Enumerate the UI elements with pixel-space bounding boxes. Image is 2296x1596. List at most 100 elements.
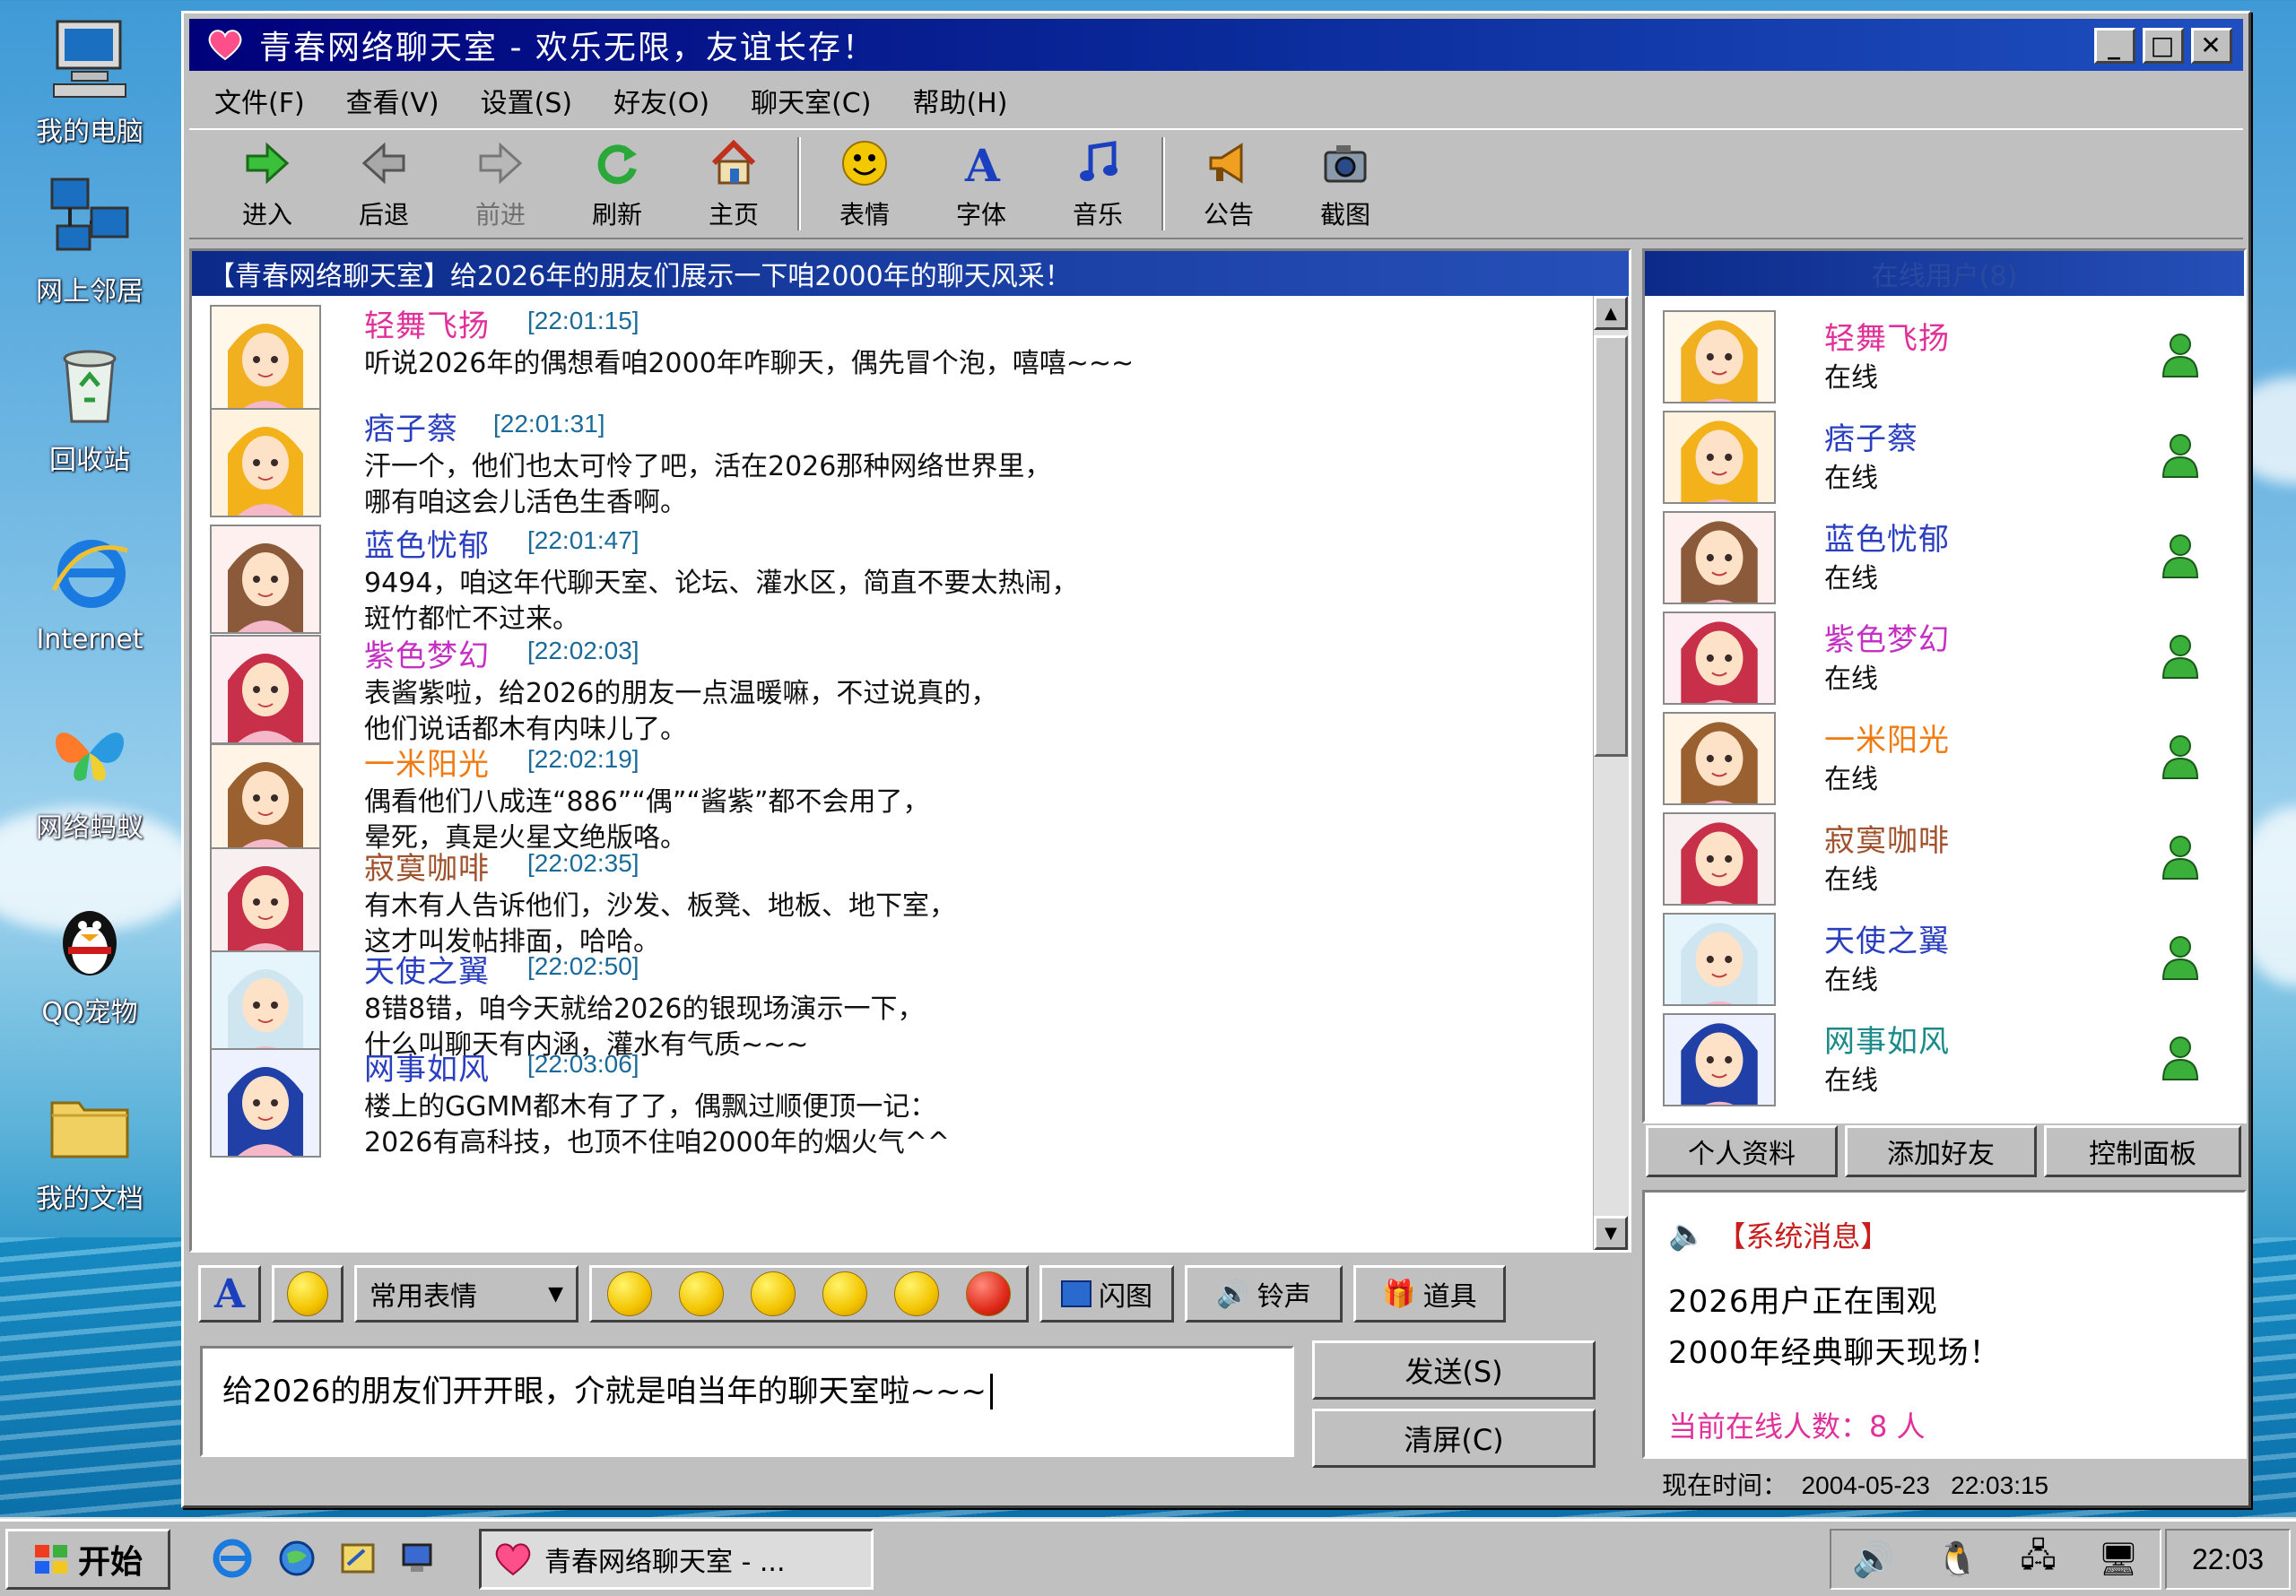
heart-icon xyxy=(208,30,242,61)
avatar xyxy=(1663,913,1776,1006)
maximize-button[interactable]: □ xyxy=(2143,28,2184,64)
user-list-item[interactable]: 蓝色忧郁 在线 xyxy=(1663,511,2244,606)
start-button[interactable]: 开始 xyxy=(5,1529,170,1590)
desktop-icon-1[interactable]: 网上邻居 xyxy=(18,172,161,308)
message-sender[interactable]: 网事如风 xyxy=(364,1045,490,1089)
toolbar-button-9[interactable]: 截图 xyxy=(1287,130,1404,238)
message-sender[interactable]: 天使之翼 xyxy=(364,947,490,991)
user-list-item[interactable]: 紫色梦幻 在线 xyxy=(1663,612,2244,707)
ringtone-button[interactable]: 🔊 铃声 xyxy=(1185,1265,1343,1323)
toolbar-label: 公告 xyxy=(1203,200,1254,230)
menu-item-5[interactable]: 帮助(H) xyxy=(912,81,1007,120)
font-style-button[interactable]: A xyxy=(198,1265,261,1323)
toolbar-separator xyxy=(1161,137,1165,230)
message-time: [22:02:50] xyxy=(527,951,639,980)
avatar[interactable] xyxy=(210,304,321,414)
current-time: 现在时间： 2004-05-23 22:03:15 xyxy=(1662,1471,2049,1499)
user-list-item[interactable]: 轻舞飞扬 在线 xyxy=(1663,310,2244,405)
ie-quicklaunch-icon[interactable] xyxy=(208,1534,257,1583)
desktop-icon-3[interactable]: Internet xyxy=(18,527,161,655)
avatar[interactable] xyxy=(210,635,321,745)
toolbar-separator xyxy=(797,137,801,230)
toolbar-button-7[interactable]: 音乐 xyxy=(1039,130,1156,238)
message-time: [22:02:19] xyxy=(527,745,639,774)
cry-emoticon-icon[interactable] xyxy=(894,1271,939,1316)
chat-window: 青春网络聊天室 - 欢乐无限，友谊长存！ _ □ ✕ 文件(F) 查看(V) 设置(… xyxy=(181,11,2251,1508)
scroll-thumb[interactable] xyxy=(1594,335,1628,757)
avatar[interactable] xyxy=(210,743,321,854)
message-sender[interactable]: 痞子蔡 xyxy=(364,404,458,448)
taskbar-item-chat[interactable]: 青春网络聊天室 - ... xyxy=(479,1529,874,1590)
avatar[interactable] xyxy=(210,407,321,517)
menu-item-4[interactable]: 聊天室(C) xyxy=(751,81,871,120)
message-sender[interactable]: 紫色梦幻 xyxy=(364,631,490,675)
globe-quicklaunch-icon[interactable] xyxy=(273,1534,321,1583)
send-button[interactable]: 发送(S) xyxy=(1312,1340,1596,1400)
message-sender[interactable]: 轻舞飞扬 xyxy=(364,301,490,345)
user-action-button-1[interactable]: 添加好友 xyxy=(1845,1125,2037,1177)
message-sender[interactable]: 一米阳光 xyxy=(364,740,490,784)
message-sender[interactable]: 寂寞咖啡 xyxy=(364,844,490,888)
smile-emoticon-icon[interactable] xyxy=(607,1271,652,1316)
grin-emoticon-icon[interactable] xyxy=(751,1271,796,1316)
close-button[interactable]: ✕ xyxy=(2191,28,2232,64)
quick-emoticons xyxy=(589,1265,1029,1323)
desktop-icon-6[interactable]: 我的文档 xyxy=(18,1080,161,1216)
user-list-item[interactable]: 一米阳光 在线 xyxy=(1663,712,2244,807)
avatar xyxy=(1663,1013,1776,1106)
user-list-item[interactable]: 网事如风 在线 xyxy=(1663,1013,2244,1108)
menu-item-1[interactable]: 查看(V) xyxy=(346,81,439,120)
minimize-button[interactable]: _ xyxy=(2094,28,2135,64)
message-time: [22:01:15] xyxy=(527,306,639,334)
desktop-quicklaunch-icon[interactable] xyxy=(395,1534,443,1583)
chat-scrollbar[interactable]: ▲ ▼ xyxy=(1593,296,1629,1250)
toolbar-button-1[interactable]: 后退 xyxy=(326,130,442,238)
desktop-icon-5[interactable]: QQ宠物 xyxy=(18,893,161,1029)
toolbar-button-8[interactable]: 公告 xyxy=(1170,130,1287,238)
cool-emoticon-icon[interactable] xyxy=(822,1271,867,1316)
user-action-button-0[interactable]: 个人资料 xyxy=(1646,1125,1838,1177)
network-icon[interactable]: 🖧 xyxy=(2021,1532,2057,1587)
speaker-icon: 🔊 xyxy=(1216,1278,1250,1310)
angry-emoticon-icon[interactable] xyxy=(966,1271,1011,1316)
avatar[interactable] xyxy=(210,950,321,1060)
desktop-icon-2[interactable]: 回收站 xyxy=(18,341,161,477)
toolbar-button-6[interactable]: A 字体 xyxy=(923,130,1039,238)
props-button[interactable]: 🎁 道具 xyxy=(1353,1265,1506,1323)
common-emotes-select[interactable]: 常用表情 ▼ xyxy=(354,1265,578,1323)
message-list[interactable]: 轻舞飞扬 [22:01:15] 听说2026年的偶想看咱2000年咋聊天，偶先冒个泡… xyxy=(192,296,1593,1250)
scroll-down-button[interactable]: ▼ xyxy=(1594,1216,1628,1250)
menu-item-3[interactable]: 好友(O) xyxy=(613,81,709,120)
message-sender[interactable]: 蓝色忧郁 xyxy=(364,521,490,565)
scroll-up-button[interactable]: ▲ xyxy=(1594,296,1628,330)
user-list-item[interactable]: 天使之翼 在线 xyxy=(1663,913,2244,1008)
monitor-icon[interactable]: 🖥 xyxy=(2098,1540,2139,1578)
message-input[interactable]: 给2026的朋友们开开眼，介就是咱当年的聊天室啦~~~ xyxy=(200,1346,1294,1457)
toolbar-button-3[interactable]: 刷新 xyxy=(559,130,675,238)
avatar[interactable] xyxy=(210,524,321,634)
flash-pic-button[interactable]: 闪图 xyxy=(1039,1265,1174,1323)
qq-penguin-icon[interactable]: 🐧 xyxy=(1936,1540,1979,1580)
user-name: 轻舞飞扬 xyxy=(1824,321,1950,357)
menu-item-0[interactable]: 文件(F) xyxy=(214,81,305,120)
clear-button[interactable]: 清屏(C) xyxy=(1312,1409,1596,1468)
toolbar-button-4[interactable]: 主页 xyxy=(675,130,792,238)
menu-item-2[interactable]: 设置(S) xyxy=(481,81,572,120)
toolbar-button-0[interactable]: 进入 xyxy=(209,130,326,238)
title-bar[interactable]: 青春网络聊天室 - 欢乐无限，友谊长存！ _ □ ✕ xyxy=(189,19,2243,71)
surprised-emoticon-icon[interactable] xyxy=(679,1271,724,1316)
avatar[interactable] xyxy=(210,846,321,957)
desktop-icon-4[interactable]: 网络蚂蚁 xyxy=(18,708,161,845)
toolbar-label: 主页 xyxy=(708,200,759,230)
user-status: 在线 xyxy=(1824,965,1878,996)
notes-quicklaunch-icon[interactable] xyxy=(334,1534,382,1583)
toolbar-button-2[interactable]: 前进 xyxy=(442,130,559,238)
avatar[interactable] xyxy=(210,1048,321,1158)
toolbar-button-5[interactable]: 表情 xyxy=(806,130,923,238)
user-list-item[interactable]: 寂寞咖啡 在线 xyxy=(1663,812,2244,907)
desktop-icon-0[interactable]: 我的电脑 xyxy=(18,13,161,149)
user-list-item[interactable]: 痞子蔡 在线 xyxy=(1663,411,2244,506)
user-action-button-2[interactable]: 控制面板 xyxy=(2044,1125,2241,1177)
emoticon-button[interactable] xyxy=(272,1265,344,1323)
volume-icon[interactable]: 🔊 xyxy=(1852,1540,1894,1580)
